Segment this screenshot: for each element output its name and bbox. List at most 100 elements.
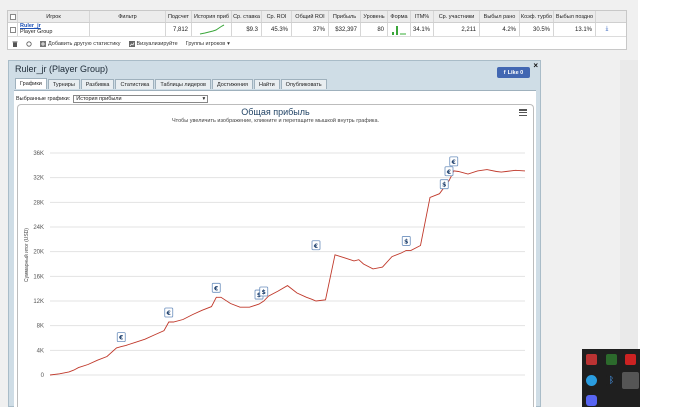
header-filter[interactable]: Фильтр	[90, 11, 166, 22]
header-form[interactable]: Форма	[388, 11, 411, 22]
form-bars-icon	[392, 26, 406, 35]
header-late-out[interactable]: Выбыл поздно	[554, 11, 596, 22]
game-tray-icon[interactable]	[625, 354, 636, 365]
tab-breakdown[interactable]: Разбивка	[80, 79, 115, 89]
chart-plot[interactable]: 0 4K 8K 12K 16K 20K 24K 28K 32K 36K Суммарный ито…	[18, 105, 535, 407]
currency-marker[interactable]: $	[439, 179, 449, 190]
y-tick-label: 12K	[33, 299, 44, 305]
close-icon[interactable]: ×	[533, 61, 538, 70]
chevron-down-icon: ▾	[202, 96, 206, 102]
avg-stake-value: $9.3	[232, 23, 262, 36]
y-axis-label: Суммарный итог (USD)	[23, 228, 30, 282]
y-tick-label: 36K	[33, 151, 44, 157]
late-out-value: 13.1%	[554, 23, 596, 36]
y-tick-label: 8K	[37, 324, 44, 330]
header-turbo-ratio[interactable]: Коэф. турбо	[520, 11, 554, 22]
add-icon	[40, 41, 46, 47]
avg-roi-value: 45.3%	[262, 23, 292, 36]
header-avg-roi[interactable]: Ср. ROI	[262, 11, 292, 22]
like-label: Like 0	[507, 69, 524, 76]
header-select-cell	[8, 11, 18, 22]
chart-selector: Выбранные графики: История прибыли ▾	[16, 95, 209, 103]
system-tray-popup: ᛒ	[582, 349, 640, 407]
add-stat-button[interactable]: Добавить другую статистику	[40, 41, 121, 47]
header-count[interactable]: Подсчет	[166, 11, 192, 22]
header-early-out[interactable]: Выбыл рано	[480, 11, 520, 22]
discord-tray-icon[interactable]	[586, 395, 597, 406]
header-actions	[596, 11, 618, 22]
marker-label: €	[451, 159, 456, 166]
profit-chart[interactable]: Общая прибыль Чтобы увеличить изображени…	[17, 104, 534, 407]
turbo-ratio-value: 30.5%	[520, 23, 554, 36]
tab-publish[interactable]: Опубликовать	[280, 79, 327, 89]
level-value: 80	[361, 23, 388, 36]
row-select-cell	[8, 23, 18, 36]
early-out-value: 4.2%	[480, 23, 520, 36]
tab-charts[interactable]: Графики	[15, 78, 47, 89]
tab-statistics[interactable]: Статистика	[115, 79, 155, 89]
marker-label: €	[313, 243, 318, 250]
header-profit-history[interactable]: История приб	[192, 11, 232, 22]
chart-icon	[128, 41, 135, 47]
header-itm[interactable]: ITM%	[411, 11, 434, 22]
profit-value: $32,397	[329, 23, 361, 36]
tab-leaderboards[interactable]: Таблицы лидеров	[155, 79, 211, 89]
y-tick-label: 4K	[37, 348, 44, 354]
refresh-button[interactable]	[26, 41, 32, 47]
filter-cell[interactable]	[90, 23, 166, 36]
currency-marker[interactable]: €	[444, 166, 454, 177]
tab-content: Выбранные графики: История прибыли ▾ Общ…	[14, 90, 536, 407]
header-avg-entrants[interactable]: Ср. участники	[434, 11, 480, 22]
row-expand-icon[interactable]: ⤓	[596, 23, 618, 36]
window-tabs: Графики Турниры Разбивка Статистика Табл…	[15, 78, 327, 89]
select-all-checkbox[interactable]	[9, 13, 16, 20]
y-tick-label: 16K	[33, 274, 44, 280]
marker-label: $	[442, 182, 446, 189]
row-checkbox[interactable]	[9, 26, 16, 33]
selected-charts-label: Выбранные графики:	[16, 96, 71, 102]
pen-tray-icon[interactable]	[622, 372, 639, 389]
currency-marker[interactable]: $	[259, 286, 269, 297]
window-title: Ruler_jr (Player Group)	[15, 64, 109, 74]
facebook-like-button[interactable]: f Like 0	[497, 67, 530, 78]
delete-button[interactable]	[12, 41, 18, 47]
marker-label: €	[213, 285, 218, 292]
table-row[interactable]: Ruler_jr Player Group 7,812 $9.3 45.3% 3…	[8, 23, 626, 37]
marker-label: €	[118, 335, 123, 342]
marker-label: €	[446, 169, 451, 176]
tab-find[interactable]: Найти	[253, 79, 280, 89]
header-total-roi[interactable]: Общий ROI	[292, 11, 329, 22]
visualize-label: Визуализируйте	[136, 41, 178, 47]
currency-marker[interactable]: €	[449, 156, 459, 167]
bluetooth-tray-icon[interactable]: ᛒ	[606, 375, 617, 386]
player-group-label: Player Group	[20, 29, 53, 35]
series-line-profit[interactable]	[49, 169, 526, 376]
header-player[interactable]: Игрок	[18, 11, 90, 22]
tab-achievements[interactable]: Достижения	[211, 79, 253, 89]
header-profit[interactable]: Прибыль	[329, 11, 361, 22]
nvidia-tray-icon[interactable]	[606, 354, 617, 365]
y-tick-label: 32K	[33, 176, 44, 182]
marker-label: €	[166, 310, 171, 317]
marker-label: $	[262, 289, 266, 296]
chart-select[interactable]: История прибыли ▾	[73, 95, 209, 103]
itm-value: 34.1%	[411, 23, 434, 36]
player-groups-dropdown[interactable]: Группы игроков ▾	[186, 41, 230, 47]
telegram-tray-icon[interactable]	[586, 375, 597, 386]
y-tick-label: 20K	[33, 250, 44, 256]
header-avg-stake[interactable]: Ср. ставка	[232, 11, 262, 22]
currency-marker[interactable]: $	[401, 236, 411, 246]
visualize-button[interactable]: Визуализируйте	[128, 41, 178, 47]
page-background-right	[638, 0, 700, 407]
currency-marker[interactable]: €	[211, 282, 221, 293]
tab-tournaments[interactable]: Турниры	[47, 79, 80, 89]
y-tick-label: 0	[41, 373, 45, 379]
header-level[interactable]: Уровень	[361, 11, 388, 22]
chart-select-value: История прибыли	[76, 96, 122, 102]
profit-history-sparkline[interactable]	[192, 23, 232, 36]
currency-marker[interactable]: €	[164, 307, 174, 318]
currency-marker[interactable]: €	[311, 240, 321, 251]
refresh-icon	[26, 41, 32, 47]
app-tray-icon[interactable]	[586, 354, 597, 365]
currency-marker[interactable]: €	[116, 332, 126, 343]
